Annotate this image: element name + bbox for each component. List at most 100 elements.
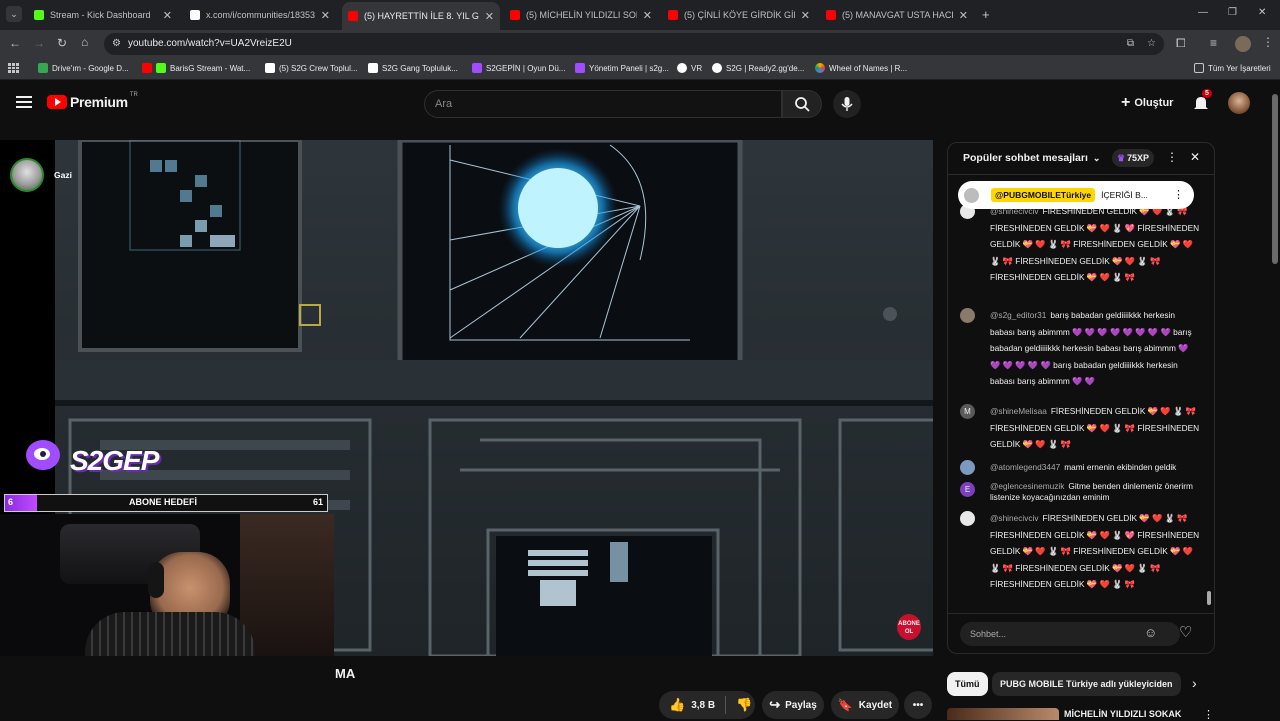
reload-icon[interactable]: ↻ xyxy=(57,36,67,50)
chat-input-row: Sohbet... ☺ ♡ xyxy=(948,613,1214,653)
tab-manavgat[interactable]: (5) MANAVGAT USTA HACKERL ✕ xyxy=(820,4,974,26)
forward-icon[interactable]: → xyxy=(33,36,45,50)
close-tab-icon[interactable]: ✕ xyxy=(163,9,172,22)
pinned-avatar xyxy=(964,187,979,203)
close-tab-icon[interactable]: ✕ xyxy=(643,9,652,22)
close-tab-icon[interactable]: ✕ xyxy=(485,10,494,23)
close-tab-icon[interactable]: ✕ xyxy=(321,9,330,22)
thumbs-down-icon[interactable]: 👎 xyxy=(736,697,752,713)
extensions-icon[interactable]: ⧠ xyxy=(1176,36,1186,51)
bookmark-barisg-stream[interactable]: BarisG Stream - Wat... xyxy=(142,63,250,73)
like-count[interactable]: 3,8 B xyxy=(691,700,715,711)
filter-chip-uploader[interactable]: PUBG MOBILE Türkiye adlı yükleyiciden xyxy=(992,672,1181,696)
message-author[interactable]: @shinecivciv xyxy=(990,513,1039,523)
close-tab-icon[interactable]: ✕ xyxy=(801,9,810,22)
youtube-icon xyxy=(142,63,152,73)
message-author[interactable]: @s2g_editor31 xyxy=(990,310,1046,320)
hamburger-menu-icon[interactable] xyxy=(16,96,32,108)
xp-badge[interactable]: ♛ 75XP xyxy=(1112,149,1154,167)
pinned-message-banner[interactable]: @PUBGMOBILETürkiye İÇERİĞİ B... ⋮ xyxy=(958,181,1194,209)
bookmark-star-icon[interactable]: ☆ xyxy=(1147,33,1156,55)
channel-badge-avatar[interactable] xyxy=(10,158,44,192)
more-actions-button[interactable]: ••• xyxy=(904,691,932,719)
tab-hayrettin-active[interactable]: (5) HAYRETTİN İLE 8. YIL GALAS ✕ xyxy=(342,2,500,30)
site-info-icon[interactable]: ⚙ xyxy=(112,33,121,55)
save-button[interactable]: 🔖 Kaydet xyxy=(831,691,899,719)
notifications-button[interactable]: 5 xyxy=(1192,89,1212,112)
pinned-text: İÇERİĞİ B... xyxy=(1101,190,1148,200)
chevron-right-icon[interactable]: › xyxy=(1192,675,1197,691)
scrollbar-thumb[interactable] xyxy=(1207,591,1211,605)
close-tab-icon[interactable]: ✕ xyxy=(959,9,968,22)
page-scrollbar-thumb[interactable] xyxy=(1272,94,1278,264)
emoji-icon[interactable]: ☺ xyxy=(1144,625,1157,640)
close-window-icon[interactable]: ✕ xyxy=(1258,7,1266,18)
bookmark-yonetim-paneli[interactable]: Yönetim Paneli | s2g... xyxy=(575,63,669,73)
youtube-premium-logo[interactable]: Premium TR xyxy=(47,92,138,110)
bookmark-vr[interactable]: VR xyxy=(677,63,702,73)
recommended-title[interactable]: MİCHELİN YILDIZLI SOKAK xyxy=(1064,709,1181,719)
video-title-fragment: MA xyxy=(335,666,356,681)
search-input[interactable]: Ara xyxy=(424,90,782,118)
url-text: youtube.com/watch?v=UA2VreizE2U xyxy=(128,38,292,49)
filter-chip-all[interactable]: Tümü xyxy=(947,672,988,696)
account-avatar[interactable] xyxy=(1228,92,1250,114)
message-text: barış babadan geldiiiikkk herkesin babas… xyxy=(990,310,1192,387)
tab-cinli-koye[interactable]: (5) ÇİNLİ KÖYE GİRDİK GİRMEZ ✕ xyxy=(662,4,816,26)
pinned-menu-icon[interactable]: ⋮ xyxy=(1173,188,1184,201)
maximize-icon[interactable]: ❐ xyxy=(1228,7,1237,18)
chat-menu-icon[interactable]: ⋮ xyxy=(1166,150,1178,164)
search-button[interactable] xyxy=(782,90,822,118)
tab-search-icon[interactable]: ⌄ xyxy=(6,6,22,22)
media-control-icon[interactable]: ≡ xyxy=(1210,36,1217,50)
bookmark-drive[interactable]: Drive'ım - Google D... xyxy=(38,63,129,73)
x-icon xyxy=(368,63,378,73)
tab-x-communities[interactable]: x.com/i/communities/18353197 ✕ xyxy=(184,4,336,26)
bookmark-label: Wheel of Names | R... xyxy=(829,63,908,73)
message-author[interactable]: @shineMelisaa xyxy=(990,406,1047,416)
plus-icon: + xyxy=(1121,94,1131,111)
thumbs-up-icon[interactable]: 👍 xyxy=(669,697,685,713)
install-app-icon[interactable]: ⧉ xyxy=(1127,33,1134,55)
menu-kebab-icon[interactable]: ⋮ xyxy=(1262,35,1274,49)
bookmark-label: Drive'ım - Google D... xyxy=(52,63,129,73)
voice-search-button[interactable] xyxy=(833,90,861,118)
heart-icon[interactable]: ♡ xyxy=(1179,623,1192,641)
user-avatar: M xyxy=(960,404,975,419)
bookmark-s2gepin[interactable]: S2GEPİN | Oyun Dü... xyxy=(472,63,565,73)
bookmarks-bar: Drive'ım - Google D... BarisG Stream - W… xyxy=(0,58,1280,80)
bookmark-wheel-of-names[interactable]: Wheel of Names | R... xyxy=(815,63,907,73)
recommended-menu-icon[interactable]: ⋮ xyxy=(1203,708,1214,721)
streamer-shirt xyxy=(85,612,255,656)
video-player[interactable]: Gazi S2GEP 6 ABONE HEDEFİ 61 ABONE OL xyxy=(0,140,933,656)
bookmark-s2g-gang[interactable]: S2G Gang Topluluk... xyxy=(368,63,458,73)
bookmark-label: VR xyxy=(691,63,703,73)
user-avatar xyxy=(960,511,975,526)
new-tab-icon[interactable]: + xyxy=(982,7,990,22)
message-text: FİRESHİNEDEN GELDİK 💝 ❤️ 🐰 🎀 FİRESHİNEDE… xyxy=(990,513,1200,590)
share-button[interactable]: ↪ Paylaş xyxy=(762,691,824,719)
youtube-icon xyxy=(510,10,520,20)
bookmark-ready2gg[interactable]: S2G | Ready2.gg'de... xyxy=(712,63,804,73)
recommended-thumbnail[interactable] xyxy=(947,708,1059,720)
chat-scrollbar[interactable] xyxy=(1206,179,1212,609)
wheel-icon xyxy=(815,63,825,73)
overlay-brand-text: S2GEP xyxy=(70,445,159,476)
tab-michelin[interactable]: (5) MİCHELİN YILDIZLI SOKAK L ✕ xyxy=(504,4,658,26)
create-button[interactable]: + Oluştur xyxy=(1121,94,1173,112)
tab-kick-dashboard[interactable]: Stream - Kick Dashboard ✕ xyxy=(28,4,178,26)
message-author[interactable]: @atomlegend3447 xyxy=(990,462,1060,472)
bookmark-label: S2G | Ready2.gg'de... xyxy=(726,63,805,73)
close-chat-icon[interactable]: ✕ xyxy=(1190,150,1200,164)
profile-avatar[interactable] xyxy=(1235,36,1251,52)
chat-mode-dropdown[interactable]: Popüler sohbet mesajları ⌄ xyxy=(963,152,1100,164)
back-icon[interactable]: ← xyxy=(9,36,21,50)
address-bar[interactable]: ⚙ youtube.com/watch?v=UA2VreizE2U ⧉ ☆ xyxy=(104,33,1164,55)
bookmark-s2g-crew[interactable]: (5) S2G Crew Toplul... xyxy=(265,63,358,73)
home-icon[interactable]: ⌂ xyxy=(81,35,88,49)
apps-grid-icon[interactable] xyxy=(8,63,19,73)
minimize-icon[interactable]: — xyxy=(1198,7,1208,18)
all-bookmarks[interactable]: Tüm Yer İşaretleri xyxy=(1194,63,1271,73)
chat-message: E @eglencesinemuzik Gitme benden dinlemen… xyxy=(960,481,1200,503)
message-author[interactable]: @eglencesinemuzik xyxy=(990,481,1064,491)
